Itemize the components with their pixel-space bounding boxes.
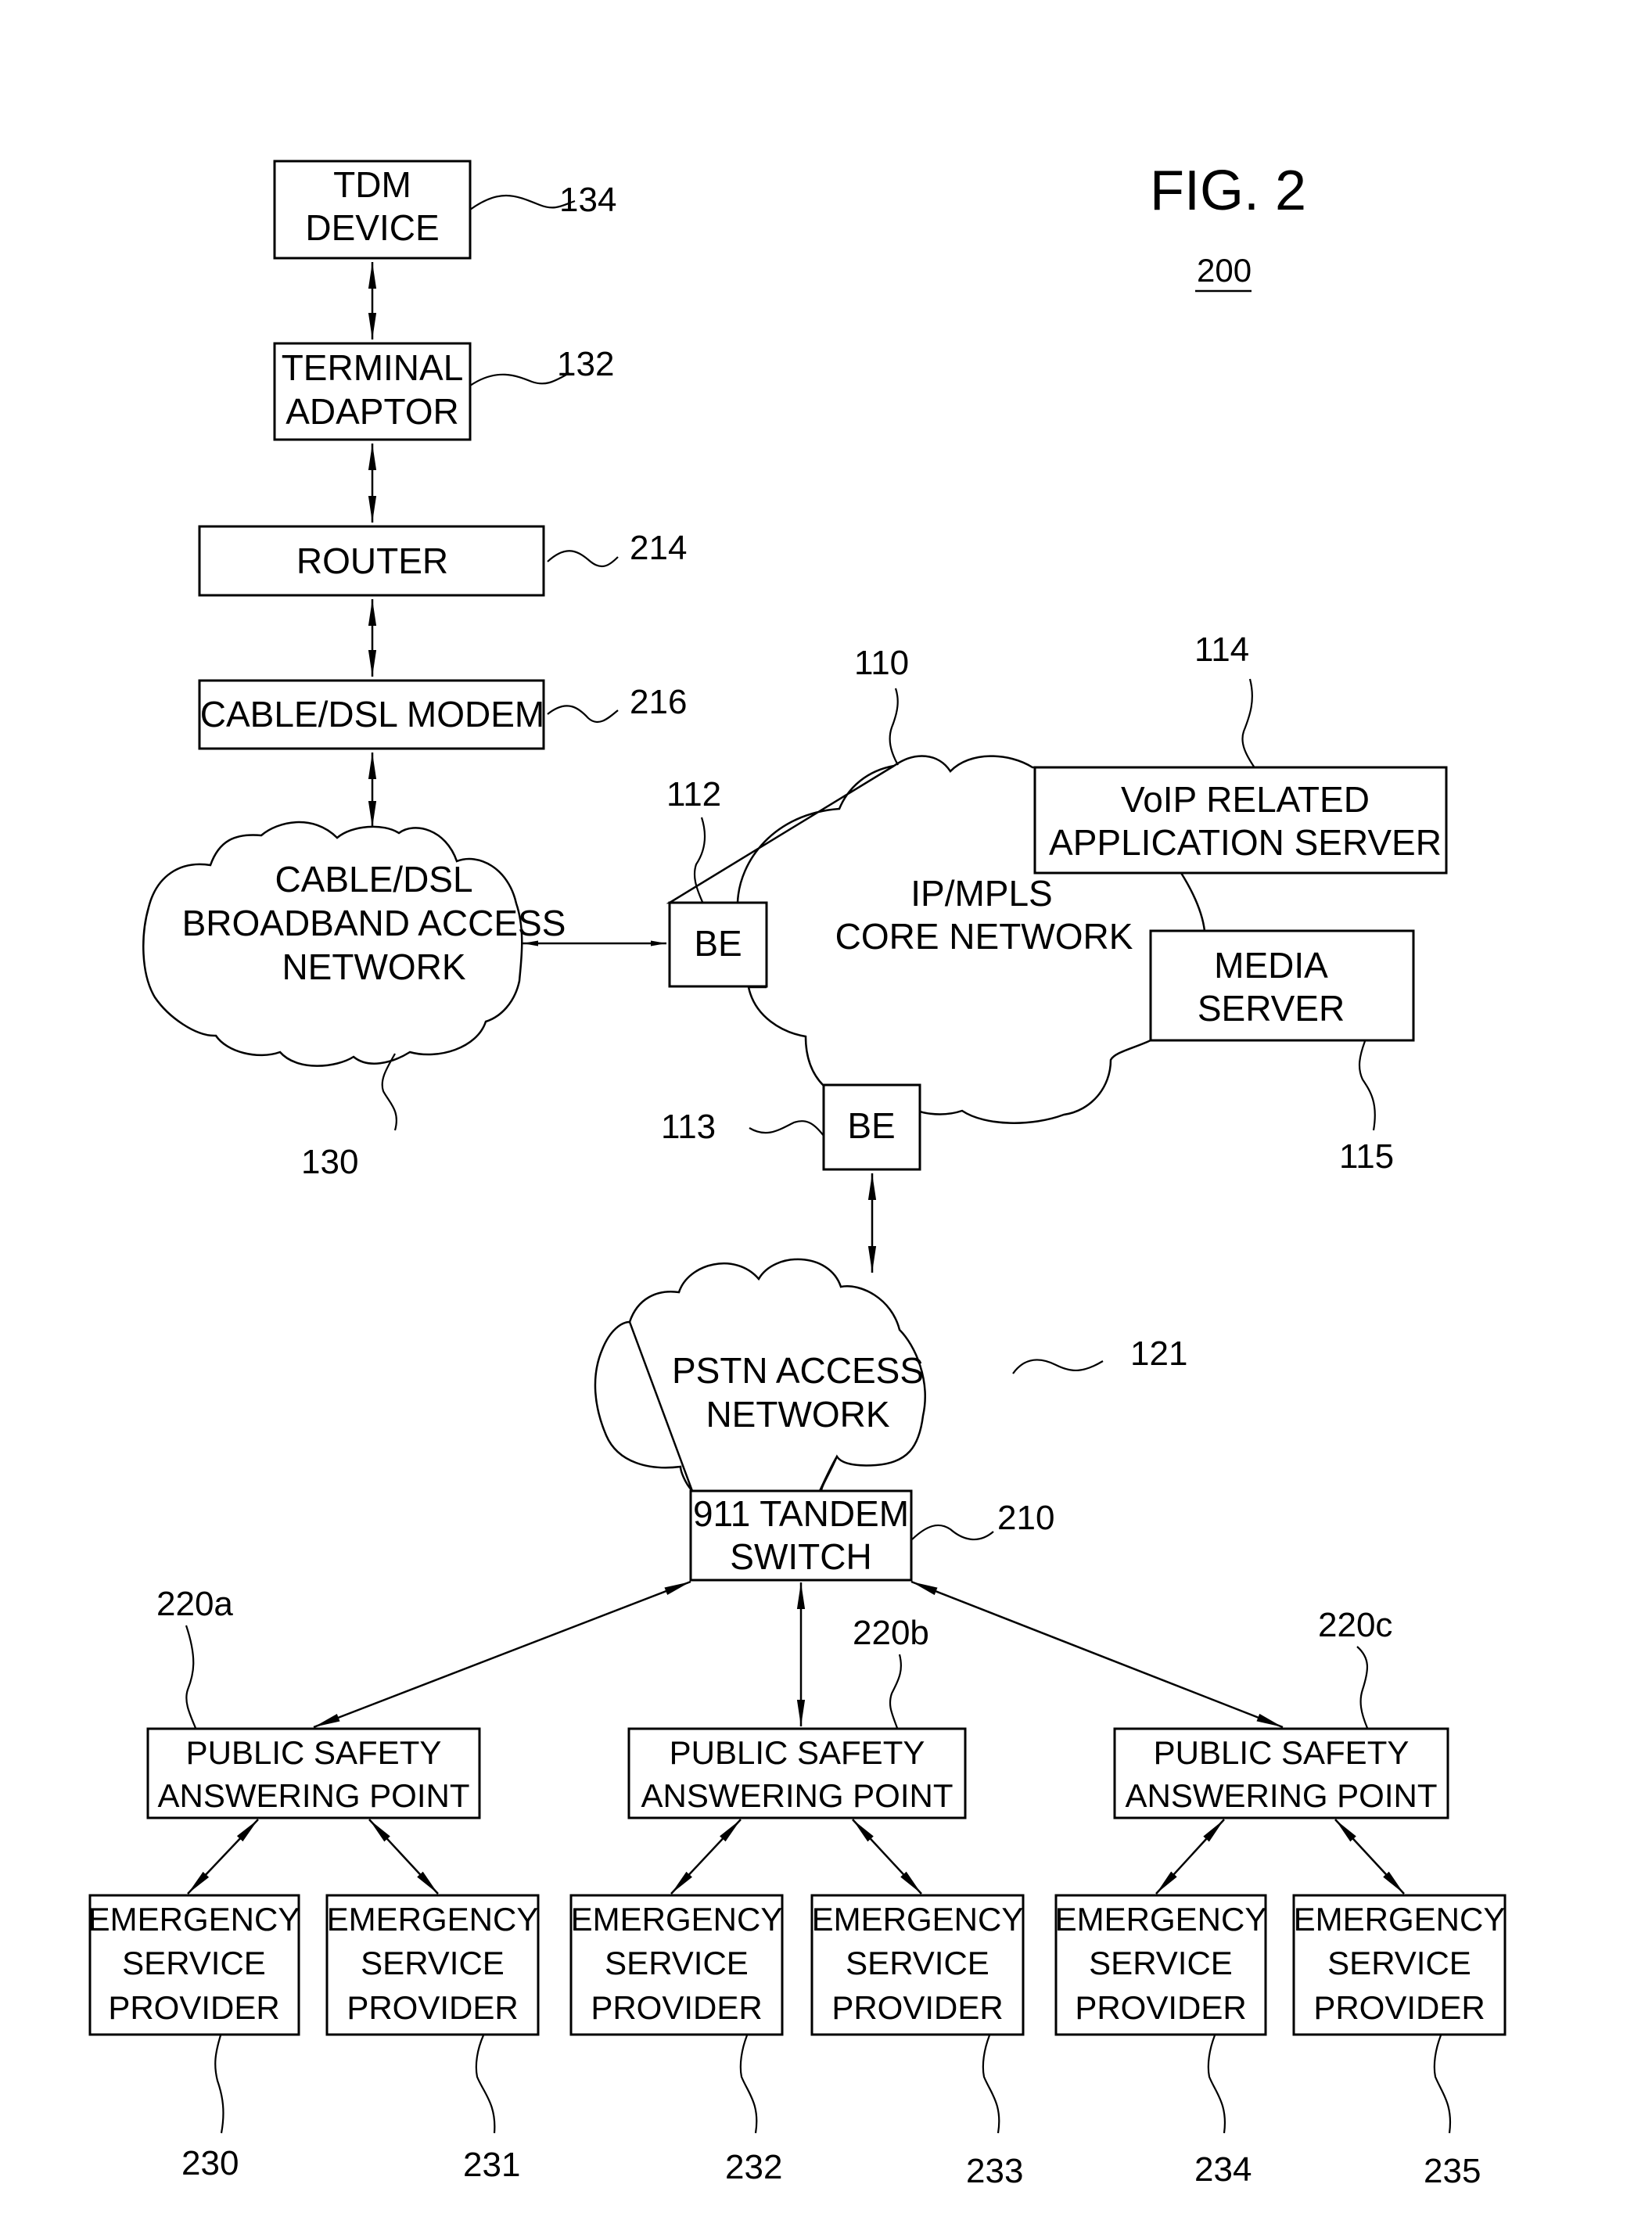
svg-text:EMERGENCY: EMERGENCY bbox=[1294, 1901, 1506, 1938]
svg-text:CABLE/DSL: CABLE/DSL bbox=[275, 859, 472, 900]
link-psap-b-esp-232 bbox=[670, 1819, 742, 1895]
psap-b: PUBLIC SAFETY ANSWERING POINT bbox=[627, 1727, 967, 1819]
ref-110: 110 bbox=[854, 644, 909, 682]
ref-113: 113 bbox=[661, 1108, 716, 1146]
svg-text:EMERGENCY: EMERGENCY bbox=[571, 1901, 783, 1938]
svg-text:VoIP RELATED: VoIP RELATED bbox=[1121, 779, 1370, 820]
ref-112: 112 bbox=[666, 775, 721, 814]
link-psap-a-esp-231 bbox=[368, 1819, 439, 1895]
pstn-access-network-cloud: PSTN ACCESS NETWORK bbox=[594, 1258, 926, 1492]
svg-text:BE: BE bbox=[694, 923, 742, 964]
svg-text:EMERGENCY: EMERGENCY bbox=[1055, 1901, 1267, 1938]
svg-text:NETWORK: NETWORK bbox=[282, 946, 465, 987]
ref-115: 115 bbox=[1339, 1137, 1394, 1176]
link-psap-c-esp-234 bbox=[1155, 1819, 1225, 1895]
broadband-access-network-cloud: CABLE/DSL BROADBAND ACCESS NETWORK bbox=[142, 821, 566, 1067]
ref-214: 214 bbox=[630, 529, 687, 567]
svg-text:IP/MPLS: IP/MPLS bbox=[910, 873, 1053, 914]
ref-220a: 220a bbox=[156, 1585, 233, 1623]
svg-text:PROVIDER: PROVIDER bbox=[1075, 1989, 1246, 2026]
svg-text:ROUTER: ROUTER bbox=[296, 541, 448, 581]
be-112: BE bbox=[668, 901, 768, 988]
voip-application-server: VoIP RELATED APPLICATION SERVER bbox=[1033, 766, 1448, 875]
link-psap-c-esp-235 bbox=[1334, 1819, 1405, 1895]
tdm-device: TDM DEVICE bbox=[273, 160, 472, 260]
figure-title: FIG. 2 bbox=[1150, 160, 1306, 222]
svg-text:PROVIDER: PROVIDER bbox=[1313, 1989, 1485, 2026]
svg-text:DEVICE: DEVICE bbox=[305, 207, 439, 248]
ref-121: 121 bbox=[1130, 1334, 1187, 1373]
ref-216: 216 bbox=[630, 683, 687, 721]
svg-text:ANSWERING POINT: ANSWERING POINT bbox=[1125, 1777, 1437, 1814]
svg-text:BROADBAND ACCESS: BROADBAND ACCESS bbox=[182, 903, 566, 943]
ref-220b: 220b bbox=[853, 1614, 929, 1652]
esp-234: EMERGENCY SERVICE PROVIDER bbox=[1054, 1894, 1267, 2036]
svg-text:SERVICE: SERVICE bbox=[1327, 1945, 1471, 1981]
ref-130: 130 bbox=[301, 1143, 358, 1181]
svg-text:BE: BE bbox=[847, 1105, 895, 1146]
network-diagram: FIG. 2 200 TDM DEVICE 134 TERMINAL ADAPT… bbox=[88, 160, 1507, 2190]
esp-230: EMERGENCY SERVICE PROVIDER bbox=[88, 1894, 300, 2036]
ref-233: 233 bbox=[966, 2152, 1023, 2190]
svg-text:EMERGENCY: EMERGENCY bbox=[812, 1901, 1024, 1938]
svg-text:PSTN ACCESS: PSTN ACCESS bbox=[672, 1350, 924, 1391]
svg-text:TERMINAL: TERMINAL bbox=[282, 347, 464, 388]
svg-text:NETWORK: NETWORK bbox=[706, 1394, 889, 1435]
media-server: MEDIA SERVER bbox=[1149, 929, 1415, 1042]
svg-text:PUBLIC SAFETY: PUBLIC SAFETY bbox=[186, 1734, 442, 1771]
svg-text:ADAPTOR: ADAPTOR bbox=[286, 391, 459, 432]
svg-text:SERVICE: SERVICE bbox=[361, 1945, 505, 1981]
be-113: BE bbox=[822, 1083, 921, 1171]
svg-text:PUBLIC SAFETY: PUBLIC SAFETY bbox=[670, 1734, 925, 1771]
svg-text:PROVIDER: PROVIDER bbox=[831, 1989, 1003, 2026]
svg-text:EMERGENCY: EMERGENCY bbox=[327, 1901, 539, 1938]
ref-134: 134 bbox=[559, 181, 616, 219]
ref-232: 232 bbox=[725, 2148, 782, 2186]
svg-text:PUBLIC SAFETY: PUBLIC SAFETY bbox=[1154, 1734, 1410, 1771]
svg-text:PROVIDER: PROVIDER bbox=[347, 1989, 518, 2026]
psap-a: PUBLIC SAFETY ANSWERING POINT bbox=[146, 1727, 481, 1819]
svg-text:PROVIDER: PROVIDER bbox=[591, 1989, 762, 2026]
ref-230: 230 bbox=[181, 2144, 239, 2182]
link-tandem-psap-c bbox=[910, 1580, 1284, 1729]
esp-231: EMERGENCY SERVICE PROVIDER bbox=[325, 1894, 540, 2036]
svg-text:PROVIDER: PROVIDER bbox=[108, 1989, 279, 2026]
router: ROUTER bbox=[198, 525, 545, 597]
svg-text:SWITCH: SWITCH bbox=[730, 1536, 871, 1577]
svg-text:SERVICE: SERVICE bbox=[605, 1945, 749, 1981]
svg-text:TDM: TDM bbox=[333, 164, 411, 205]
svg-text:ANSWERING POINT: ANSWERING POINT bbox=[157, 1777, 469, 1814]
link-psap-b-esp-233 bbox=[852, 1819, 922, 1895]
link-psap-a-esp-230 bbox=[187, 1819, 259, 1895]
esp-235: EMERGENCY SERVICE PROVIDER bbox=[1292, 1894, 1507, 2036]
svg-text:CABLE/DSL MODEM: CABLE/DSL MODEM bbox=[200, 694, 545, 735]
psap-c: PUBLIC SAFETY ANSWERING POINT bbox=[1113, 1727, 1449, 1819]
svg-text:EMERGENCY: EMERGENCY bbox=[88, 1901, 300, 1938]
svg-text:APPLICATION SERVER: APPLICATION SERVER bbox=[1049, 822, 1442, 863]
cable-dsl-modem: CABLE/DSL MODEM bbox=[198, 679, 545, 750]
ref-210: 210 bbox=[997, 1499, 1054, 1537]
911-tandem-switch: 911 TANDEM SWITCH bbox=[689, 1489, 913, 1582]
svg-text:SERVICE: SERVICE bbox=[122, 1945, 266, 1981]
ref-132: 132 bbox=[557, 345, 614, 383]
svg-text:CORE NETWORK: CORE NETWORK bbox=[835, 916, 1133, 957]
svg-text:MEDIA: MEDIA bbox=[1214, 945, 1328, 986]
terminal-adaptor: TERMINAL ADAPTOR bbox=[273, 342, 472, 441]
ref-234: 234 bbox=[1194, 2150, 1252, 2189]
svg-text:SERVER: SERVER bbox=[1198, 988, 1345, 1029]
svg-text:911 TANDEM: 911 TANDEM bbox=[693, 1493, 909, 1534]
ref-231: 231 bbox=[463, 2146, 520, 2184]
svg-text:SERVICE: SERVICE bbox=[1089, 1945, 1233, 1981]
ref-235: 235 bbox=[1424, 2152, 1481, 2190]
svg-text:ANSWERING POINT: ANSWERING POINT bbox=[641, 1777, 953, 1814]
ref-114: 114 bbox=[1194, 630, 1249, 669]
link-tandem-psap-a bbox=[313, 1580, 691, 1729]
ref-220c: 220c bbox=[1318, 1606, 1392, 1644]
esp-232: EMERGENCY SERVICE PROVIDER bbox=[569, 1894, 784, 2036]
esp-233: EMERGENCY SERVICE PROVIDER bbox=[810, 1894, 1025, 2036]
svg-text:SERVICE: SERVICE bbox=[846, 1945, 989, 1981]
figure-number: 200 bbox=[1197, 252, 1252, 289]
